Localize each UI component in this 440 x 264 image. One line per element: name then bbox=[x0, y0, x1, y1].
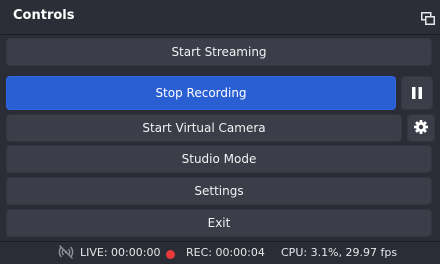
exit-button[interactable]: Exit bbox=[6, 209, 432, 237]
dock-title: Controls bbox=[13, 8, 75, 23]
stop-recording-label: Stop Recording bbox=[155, 86, 247, 100]
rec-timer: REC: 00:00:04 bbox=[186, 246, 265, 259]
start-streaming-label: Start Streaming bbox=[171, 45, 267, 59]
recording-indicator bbox=[166, 250, 175, 259]
live-timer: LIVE: 00:00:00 bbox=[80, 246, 161, 259]
settings-label: Settings bbox=[194, 184, 244, 198]
start-virtual-camera-button[interactable]: Start Virtual Camera bbox=[6, 114, 402, 142]
studio-mode-button[interactable]: Studio Mode bbox=[6, 145, 432, 173]
status-bar: LIVE: 00:00:00 REC: 00:00:04 CPU: 3.1%, … bbox=[0, 241, 440, 264]
dock-header: Controls bbox=[0, 0, 440, 35]
pause-recording-button[interactable] bbox=[401, 76, 433, 110]
broadcast-off-icon bbox=[57, 245, 75, 262]
pause-icon bbox=[412, 84, 422, 103]
float-window-icon[interactable] bbox=[421, 10, 435, 25]
controls-dock: Controls Start Streaming Stop Recording … bbox=[0, 0, 440, 264]
settings-button[interactable]: Settings bbox=[6, 177, 432, 205]
exit-label: Exit bbox=[207, 216, 231, 230]
stop-recording-button[interactable]: Stop Recording bbox=[6, 76, 396, 110]
studio-mode-label: Studio Mode bbox=[181, 152, 257, 166]
controls-panel: Start Streaming Stop Recording Start Vir… bbox=[0, 35, 440, 241]
cpu-fps-readout: CPU: 3.1%, 29.97 fps bbox=[281, 246, 398, 259]
start-virtual-camera-label: Start Virtual Camera bbox=[142, 121, 266, 135]
start-streaming-button[interactable]: Start Streaming bbox=[6, 38, 432, 66]
virtual-camera-settings-button[interactable] bbox=[407, 114, 435, 142]
gear-icon bbox=[414, 119, 428, 138]
